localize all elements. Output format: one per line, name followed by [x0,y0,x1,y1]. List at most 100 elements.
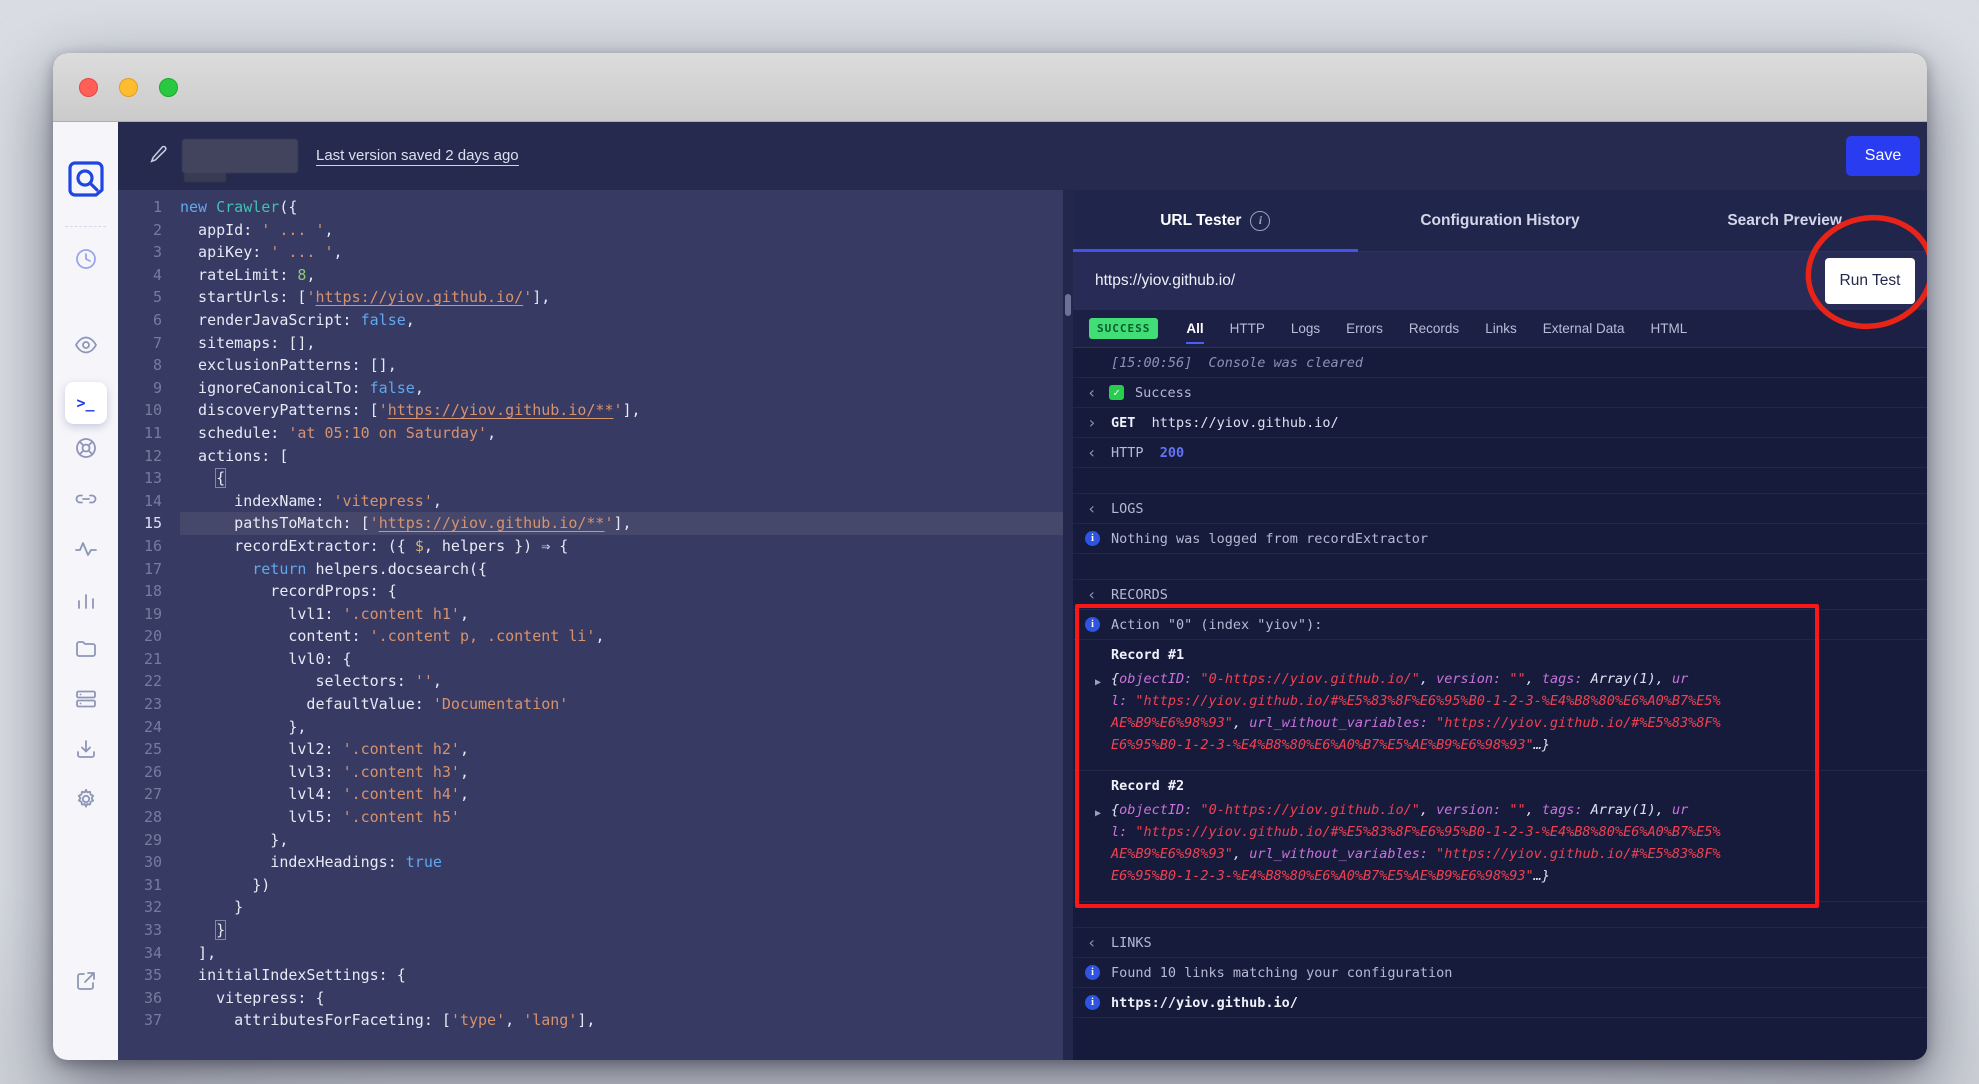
text-segment: , [460,605,469,623]
eye-icon[interactable] [73,332,99,358]
sidebar: >_ [53,122,118,1060]
code-text: defaultValue: 'Documentation' [180,693,1063,716]
algolia-logo-icon[interactable] [65,158,107,200]
code-line-7: 7 sitemaps: [], [118,332,1063,355]
line-number: 25 [118,738,180,761]
bar-chart-icon[interactable] [73,587,99,613]
collapse-chevron-icon[interactable]: ‹ [1087,438,1097,468]
code-line-27: 27 lvl4: '.content h4', [118,783,1063,806]
expand-triangle-icon[interactable]: ▶ [1095,672,1101,694]
filter-tab-records[interactable]: Records [1409,310,1459,348]
code-line-34: 34 ], [118,942,1063,965]
status-badge: SUCCESS [1089,318,1158,339]
code-text: actions: [ [180,445,1063,468]
text-segment: url_without_variables: [1249,846,1428,862]
traffic-light-minimize-button[interactable] [119,78,138,97]
tab-configuration-history[interactable]: Configuration History [1358,190,1643,251]
text-segment: , [334,243,343,261]
code-text: discoveryPatterns: ['https://yiov.github… [180,399,1063,422]
radar-icon[interactable] [73,435,99,461]
terminal-icon[interactable]: >_ [65,382,107,424]
text-segment: exclusionPatterns: [], [180,356,397,374]
line-number: 7 [118,332,180,355]
record-json-line: AE%B9%E6%98%93", url_without_variables: … [1111,712,1903,734]
text-segment: Found 10 links matching your configurati… [1111,965,1452,981]
text-segment: AE%B9%E6%98%93" [1111,715,1233,731]
record-json[interactable]: ▶{objectID: "0-https://yiov.github.io/",… [1111,799,1903,887]
text-segment: Array(1) [1591,671,1656,687]
code-line-28: 28 lvl5: '.content h5' [118,806,1063,829]
text-segment: Array(1) [1591,802,1656,818]
link-icon[interactable] [73,486,99,512]
console-row: iFound 10 links matching your configurat… [1073,958,1927,988]
text-segment: ], [614,514,632,532]
text-segment: , [1420,802,1436,818]
record-json-line: l: "https://yiov.github.io/#%E5%83%8F%E6… [1111,821,1903,843]
text-segment [207,198,216,216]
text-segment: tags: [1542,802,1583,818]
filter-tab-http[interactable]: HTTP [1230,310,1265,348]
text-segment: initialIndexSettings: { [180,966,406,984]
edit-pencil-icon[interactable] [148,143,170,170]
filter-tab-logs[interactable]: Logs [1291,310,1320,348]
editor-scrollbar[interactable] [1063,190,1073,1060]
filter-tab-links[interactable]: Links [1485,310,1517,348]
traffic-light-close-button[interactable] [79,78,98,97]
collapse-chevron-icon[interactable]: ‹ [1087,378,1097,408]
screenshot-stage: >_ [0,0,1979,1084]
run-test-button[interactable]: Run Test [1825,258,1915,304]
code-line-8: 8 exclusionPatterns: [], [118,354,1063,377]
save-button[interactable]: Save [1846,136,1920,176]
text-segment: Action "0" (index "yiov"): [1111,617,1322,633]
code-text: lvl3: '.content h3', [180,761,1063,784]
editor-scrollbar-handle[interactable] [1065,294,1071,316]
text-segment: discoveryPatterns: [ [180,401,379,419]
code-editor[interactable]: 1new Crawler({2 appId: ' ... ',3 apiKey:… [118,190,1063,1060]
clock-icon[interactable] [73,246,99,272]
text-segment: ur [1672,802,1688,818]
collapse-chevron-icon[interactable]: ‹ [1087,928,1097,958]
record-json-line: E6%95%B0-1-2-3-%E4%B8%80%E6%A0%B7%E5%AE%… [1111,734,1903,756]
collapse-chevron-icon[interactable]: ‹ [1087,494,1097,524]
text-segment: , [1420,671,1436,687]
activity-icon[interactable] [73,536,99,562]
code-line-25: 25 lvl2: '.content h2', [118,738,1063,761]
crawler-name-redacted[interactable] [182,139,298,173]
tab-search-preview[interactable]: Search Preview [1642,190,1927,251]
filter-tab-external-data[interactable]: External Data [1543,310,1625,348]
servers-icon[interactable] [73,686,99,712]
line-number: 8 [118,354,180,377]
record-json[interactable]: ▶{objectID: "0-https://yiov.github.io/",… [1111,668,1903,756]
filter-tab-errors[interactable]: Errors [1346,310,1383,348]
traffic-light-zoom-button[interactable] [159,78,178,97]
code-text: } [180,896,1063,919]
text-segment: { [216,469,225,487]
test-url-input[interactable]: https://yiov.github.io/ [1095,272,1235,290]
text-segment: renderJavaScript: [180,311,361,329]
filter-tab-html[interactable]: HTML [1651,310,1688,348]
expand-triangle-icon[interactable]: ▶ [1095,803,1101,825]
tab-url-tester[interactable]: URL Testeri [1073,190,1358,251]
folder-icon[interactable] [73,636,99,662]
code-text: }, [180,716,1063,739]
text-segment: true [406,853,442,871]
text-segment: ' [379,401,388,419]
code-line-22: 22 selectors: '', [118,670,1063,693]
text-segment: "https://yiov.github.io/#%E5%83%8F% [1436,846,1720,862]
info-icon[interactable]: i [1250,211,1270,231]
code-line-5: 5 startUrls: ['https://yiov.github.io/']… [118,286,1063,309]
line-number: 3 [118,241,180,264]
code-line-13: 13 { [118,467,1063,490]
text-segment: lvl5: [180,808,343,826]
download-icon[interactable] [73,736,99,762]
gear-icon[interactable] [73,786,99,812]
text-segment: '' [415,672,433,690]
code-line-14: 14 indexName: 'vitepress', [118,490,1063,513]
filter-tab-all[interactable]: All [1186,310,1203,348]
text-segment: 'lang' [523,1011,577,1029]
external-link-icon[interactable] [73,968,99,994]
text-segment: appId: [180,221,261,239]
collapse-chevron-icon[interactable]: › [1087,408,1097,438]
collapse-chevron-icon[interactable]: ‹ [1087,580,1097,610]
text-segment: ' [370,514,379,532]
